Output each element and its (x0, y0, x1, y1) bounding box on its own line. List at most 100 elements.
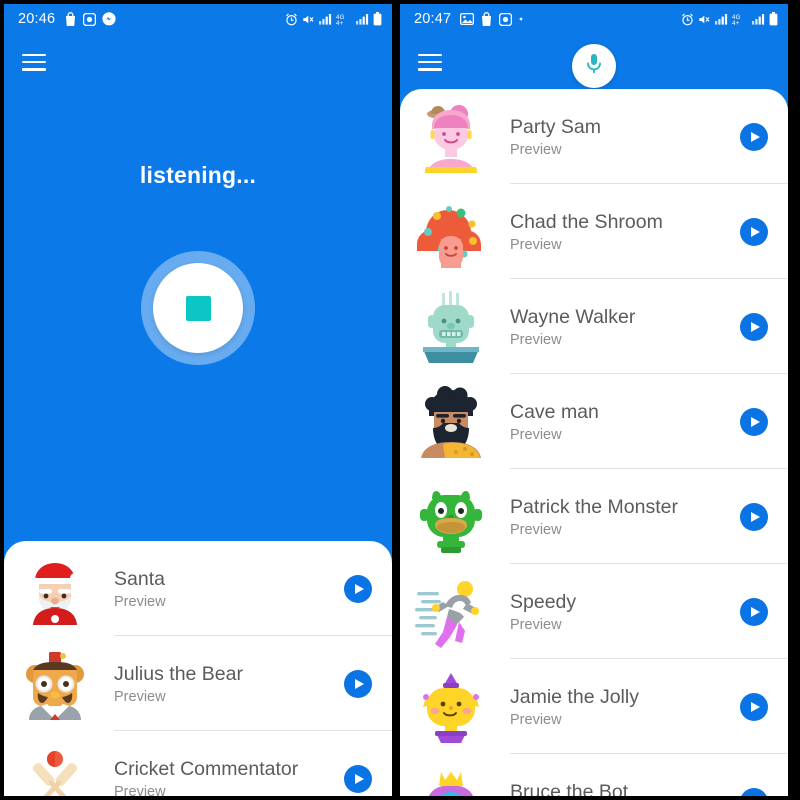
santa-avatar (16, 550, 94, 628)
list-item[interactable]: Chad the Shroom Preview (400, 184, 788, 279)
alarm-icon (285, 13, 298, 26)
list-item-title: Bruce the Bot (510, 780, 629, 796)
play-button[interactable] (740, 787, 768, 796)
play-button[interactable] (344, 669, 372, 698)
signal-2-icon (752, 13, 765, 25)
signal-icon (715, 13, 728, 25)
play-button[interactable] (740, 502, 768, 531)
list-item-title: Cricket Commentator (114, 757, 299, 780)
left-screen: 20:46 4G 4+ listening... Santa Preview J… (4, 4, 392, 796)
play-button[interactable] (740, 407, 768, 436)
shopping-bag-icon (480, 12, 493, 26)
list-item-labels: Santa Preview (114, 567, 344, 610)
play-icon (751, 131, 760, 142)
play-button[interactable] (740, 217, 768, 246)
dot-icon (518, 16, 524, 22)
menu-icon-bar (418, 60, 442, 64)
list-item-labels: Chad the Shroom Preview (510, 210, 740, 253)
list-item-labels: Speedy Preview (510, 590, 740, 633)
signal-icon (319, 13, 332, 25)
voice-list-sheet: Party Sam Preview Chad the Shroom Previe… (400, 89, 788, 796)
app-bar (4, 34, 392, 90)
stop-recording-button[interactable] (141, 251, 255, 365)
play-icon (355, 583, 364, 594)
list-item-subtitle: Preview (510, 522, 562, 539)
bear-avatar (16, 645, 94, 723)
vibrate-mute-icon (302, 13, 315, 26)
menu-icon-bar (22, 68, 46, 71)
list-item-labels: Patrick the Monster Preview (510, 495, 740, 538)
list-item-title: Cave man (510, 400, 599, 423)
list-item-title: Party Sam (510, 115, 602, 138)
list-item[interactable]: Julius the Bear Preview (4, 636, 392, 731)
dual-screenshot-container: 20:46 4G 4+ listening... Santa Preview J… (0, 0, 800, 800)
list-item[interactable]: Santa Preview (4, 541, 392, 636)
party-sam-avatar (412, 98, 490, 176)
play-icon (355, 678, 364, 689)
listening-status-text: listening... (139, 162, 257, 188)
list-item-labels: Party Sam Preview (510, 115, 740, 158)
list-item-subtitle: Preview (510, 617, 562, 634)
caveman-avatar (412, 383, 490, 461)
network-4g-plus-icon: 4G 4+ (336, 13, 352, 26)
menu-icon-bar (418, 53, 442, 56)
status-bar: 20:46 4G 4+ (4, 4, 392, 34)
list-item-title: Speedy (510, 590, 577, 613)
microphone-icon (584, 52, 604, 81)
list-item[interactable]: Patrick the Monster Preview (400, 469, 788, 564)
list-item[interactable]: Bruce the Bot Preview (400, 754, 788, 796)
bot-purple-avatar (412, 763, 490, 796)
play-button[interactable] (344, 764, 372, 793)
list-item[interactable]: Jamie the Jolly Preview (400, 659, 788, 754)
play-icon (355, 773, 364, 784)
shopping-bag-icon (64, 12, 77, 26)
app-bar (400, 34, 788, 90)
shroom-avatar (412, 193, 490, 271)
stop-button-inner (153, 263, 243, 353)
list-item[interactable]: Cave man Preview (400, 374, 788, 469)
list-item-labels: Wayne Walker Preview (510, 305, 740, 348)
play-icon (751, 416, 760, 427)
network-4g-plus-icon: 4G 4+ (732, 13, 748, 26)
cricket-bats-avatar (16, 740, 94, 796)
menu-icon-bar (418, 68, 442, 71)
list-item-subtitle: Preview (114, 784, 166, 796)
menu-icon[interactable] (418, 53, 442, 71)
play-button[interactable] (740, 597, 768, 626)
status-bar-notification-icons (460, 12, 524, 26)
list-item-subtitle: Preview (510, 142, 562, 159)
list-item-subtitle: Preview (114, 594, 166, 611)
menu-icon-bar (22, 60, 46, 64)
battery-icon (769, 12, 778, 26)
status-bar-system-icons: 4G 4+ (681, 12, 778, 26)
microphone-button[interactable] (572, 44, 616, 88)
vibrate-mute-icon (698, 13, 711, 26)
list-item-subtitle: Preview (510, 712, 562, 729)
list-item-labels: Jamie the Jolly Preview (510, 685, 740, 728)
list-item[interactable]: Party Sam Preview (400, 89, 788, 184)
list-item-title: Jamie the Jolly (510, 685, 639, 708)
play-icon (751, 701, 760, 712)
status-bar-notification-icons (64, 12, 116, 26)
play-button[interactable] (740, 312, 768, 341)
menu-icon-bar (22, 53, 46, 56)
list-item[interactable]: Wayne Walker Preview (400, 279, 788, 374)
play-button[interactable] (344, 574, 372, 603)
battery-icon (373, 12, 382, 26)
list-item-labels: Julius the Bear Preview (114, 662, 344, 705)
list-item-subtitle: Preview (114, 689, 166, 706)
list-item-title: Chad the Shroom (510, 210, 663, 233)
list-item-subtitle: Preview (510, 332, 562, 349)
jolly-yellow-avatar (412, 668, 490, 746)
play-button[interactable] (740, 122, 768, 151)
status-bar: 20:47 4G 4+ (400, 4, 788, 34)
image-icon (460, 13, 475, 25)
menu-icon[interactable] (22, 53, 46, 71)
list-item-title: Patrick the Monster (510, 495, 678, 518)
alarm-icon (681, 13, 694, 26)
messenger-icon (102, 12, 116, 26)
voice-list-sheet: Santa Preview Julius the Bear Preview Cr… (4, 541, 392, 796)
list-item[interactable]: Speedy Preview (400, 564, 788, 659)
play-button[interactable] (740, 692, 768, 721)
list-item[interactable]: Cricket Commentator Preview (4, 731, 392, 796)
